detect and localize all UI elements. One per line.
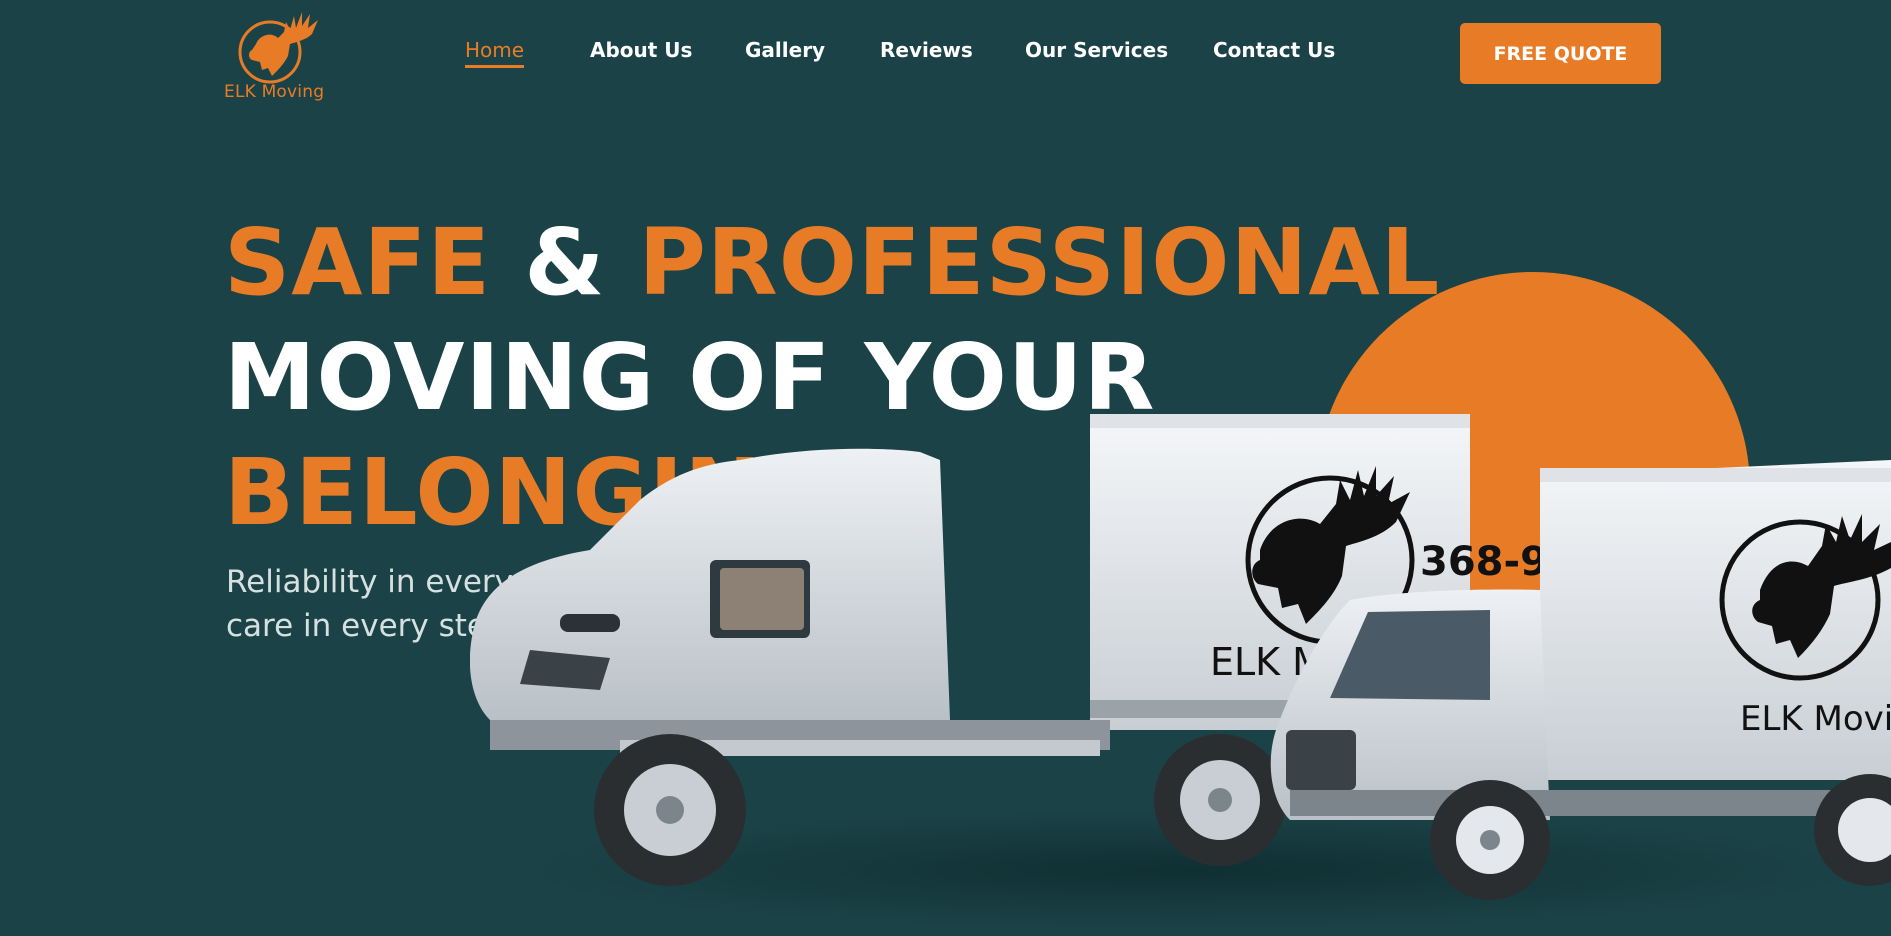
nav-home[interactable]: Home <box>465 38 525 68</box>
headline-line-1: SAFE & PROFESSIONAL <box>224 205 1440 320</box>
nav-about-us[interactable]: About Us <box>590 38 692 62</box>
semi-cab <box>470 448 1110 756</box>
semi-rear-wheel <box>1154 734 1286 866</box>
headline-word-safe: SAFE <box>224 209 492 316</box>
moose-head-icon <box>238 12 318 84</box>
nav-contact-us[interactable]: Contact Us <box>1213 38 1335 62</box>
van-brand-text: ELK Movin <box>1740 699 1891 739</box>
brand-logo[interactable]: ELK Moving <box>222 4 328 104</box>
moving-trucks-image: ELK Moving 368-9 43 ELK Movin <box>470 414 1891 930</box>
van-front-wheel <box>1430 780 1550 900</box>
nav-our-services[interactable]: Our Services <box>1025 38 1168 62</box>
nav-gallery[interactable]: Gallery <box>745 38 825 62</box>
brand-name: ELK Moving <box>224 82 325 102</box>
trailer-phone-line-1: 368-9 <box>1420 539 1548 585</box>
headline-ampersand: & <box>524 209 606 316</box>
headline-word-professional: PROFESSIONAL <box>638 209 1441 316</box>
free-quote-button[interactable]: FREE QUOTE <box>1460 23 1661 84</box>
nav-reviews[interactable]: Reviews <box>880 38 973 62</box>
semi-front-wheel <box>594 734 746 886</box>
site-header: ELK Moving Home About Us Gallery Reviews… <box>0 0 1891 110</box>
